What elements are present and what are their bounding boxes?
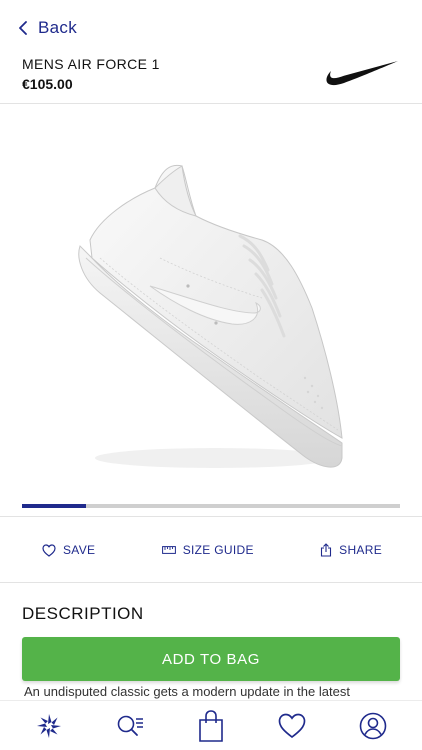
share-label: SHARE [339,543,382,557]
add-to-bag-button[interactable]: ADD TO BAG [22,637,400,681]
tab-wishlist[interactable] [272,706,312,746]
description-text: An undisputed classic gets a modern upda… [24,684,350,699]
brand-star-icon [36,713,61,738]
user-circle-icon [360,712,387,739]
save-label: SAVE [63,543,96,557]
description-title: DESCRIPTION [22,604,144,623]
share-icon [321,543,332,557]
size-guide-button[interactable]: SIZE GUIDE [161,543,254,557]
size-guide-label: SIZE GUIDE [182,543,254,557]
save-button[interactable]: SAVE [42,543,95,557]
shopping-bag-icon [199,709,223,742]
tab-home[interactable] [29,706,69,746]
search-list-icon [117,715,143,736]
product-actions: SAVE SIZE GUIDE SHARE [0,532,422,568]
nike-swoosh-icon [326,61,398,86]
product-image[interactable] [0,108,422,498]
actions-divider [0,582,422,583]
share-button[interactable]: SHARE [320,543,382,557]
gallery-progress-fill [22,504,87,508]
header-divider [0,103,422,104]
back-button[interactable]: Back [18,16,77,40]
heart-icon [278,713,306,738]
tab-bar [0,700,422,750]
tab-search[interactable] [110,706,150,746]
gallery-progress [22,504,400,508]
tab-account[interactable] [353,706,393,746]
chevron-left-icon [19,21,27,35]
tab-bag[interactable] [191,706,231,746]
gallery-divider [0,516,422,517]
back-label: Back [38,18,77,37]
heart-icon [42,543,56,557]
product-header: MENS AIR FORCE 1 €105.00 [22,56,404,96]
ruler-icon [161,546,176,554]
